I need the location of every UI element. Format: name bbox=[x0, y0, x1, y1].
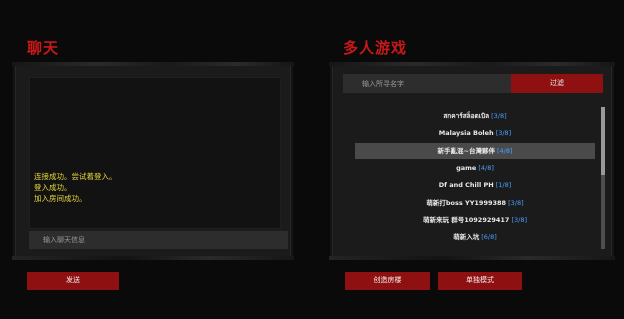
multiplayer-panel: 输入所寻名字 过滤 สกคาร์สล็อตเบิล [3/8] Malaysia B… bbox=[329, 62, 615, 260]
chat-input-placeholder: 输入聊天信息 bbox=[43, 236, 85, 244]
filter-button[interactable]: 过滤 bbox=[511, 74, 603, 93]
create-room-button[interactable]: 创造房楼 bbox=[345, 272, 430, 290]
search-input-placeholder: 输入所寻名字 bbox=[362, 80, 404, 88]
chat-log: 连接成功。尝试着登入。 登入成功。 加入房间成功。 bbox=[29, 77, 281, 229]
server-name: 萌新打boss YY1999388 bbox=[426, 199, 507, 207]
server-row[interactable]: 新手亂混~台灣夥伴 [4/8] bbox=[355, 143, 595, 159]
server-row[interactable]: 萌新来玩 群号1092929417 [3/8] bbox=[355, 212, 595, 228]
player-count: [3/8] bbox=[508, 199, 524, 207]
server-list: สกคาร์สล็อตเบิล [3/8] Malaysia Boleh [3/8] 新… bbox=[355, 108, 595, 248]
server-row[interactable]: สกคาร์สล็อตเบิล [3/8] bbox=[355, 108, 595, 124]
multiplayer-title: 多人游戏 bbox=[343, 39, 408, 57]
server-name: Df and Chill PH bbox=[438, 181, 494, 189]
chat-title: 聊天 bbox=[27, 39, 60, 57]
server-name: game bbox=[456, 164, 477, 172]
player-count: [3/8] bbox=[495, 129, 512, 137]
server-name: สกคาร์สล็อตเบิล bbox=[443, 112, 490, 120]
player-count: [6/8] bbox=[481, 233, 497, 241]
server-row[interactable]: 萌新打boss YY1999388 [3/8] bbox=[355, 195, 595, 211]
player-count: [4/8] bbox=[478, 164, 494, 172]
chat-message-input[interactable]: 输入聊天信息 bbox=[29, 231, 288, 249]
room-search-input[interactable]: 输入所寻名字 bbox=[343, 74, 511, 93]
chat-line: 加入房间成功。 bbox=[34, 194, 87, 203]
chat-line: 连接成功。尝试着登入。 bbox=[34, 172, 117, 181]
player-count: [1/8] bbox=[495, 181, 512, 189]
server-row[interactable]: Df and Chill PH [1/8] bbox=[355, 177, 595, 193]
player-count: [4/8] bbox=[496, 147, 513, 155]
server-name: 萌新入坑 bbox=[453, 233, 480, 241]
chat-panel: 连接成功。尝试着登入。 登入成功。 加入房间成功。 输入聊天信息 bbox=[12, 62, 294, 260]
player-count: [3/8] bbox=[491, 112, 507, 120]
server-name: 萌新来玩 群号1092929417 bbox=[422, 216, 510, 224]
send-button[interactable]: 发送 bbox=[27, 272, 119, 290]
server-row[interactable]: 萌新入坑 [6/8] bbox=[355, 229, 595, 245]
server-name: 新手亂混~台灣夥伴 bbox=[437, 147, 495, 155]
scrollbar-thumb[interactable] bbox=[601, 107, 605, 175]
server-name: Malaysia Boleh bbox=[438, 129, 494, 137]
solo-mode-button[interactable]: 单独模式 bbox=[438, 272, 522, 290]
player-count: [3/8] bbox=[511, 216, 528, 224]
server-list-scrollbar[interactable] bbox=[601, 107, 605, 249]
chat-line: 登入成功。 bbox=[34, 183, 72, 192]
server-row[interactable]: Malaysia Boleh [3/8] bbox=[355, 125, 595, 141]
server-row[interactable]: game [4/8] bbox=[355, 160, 595, 176]
